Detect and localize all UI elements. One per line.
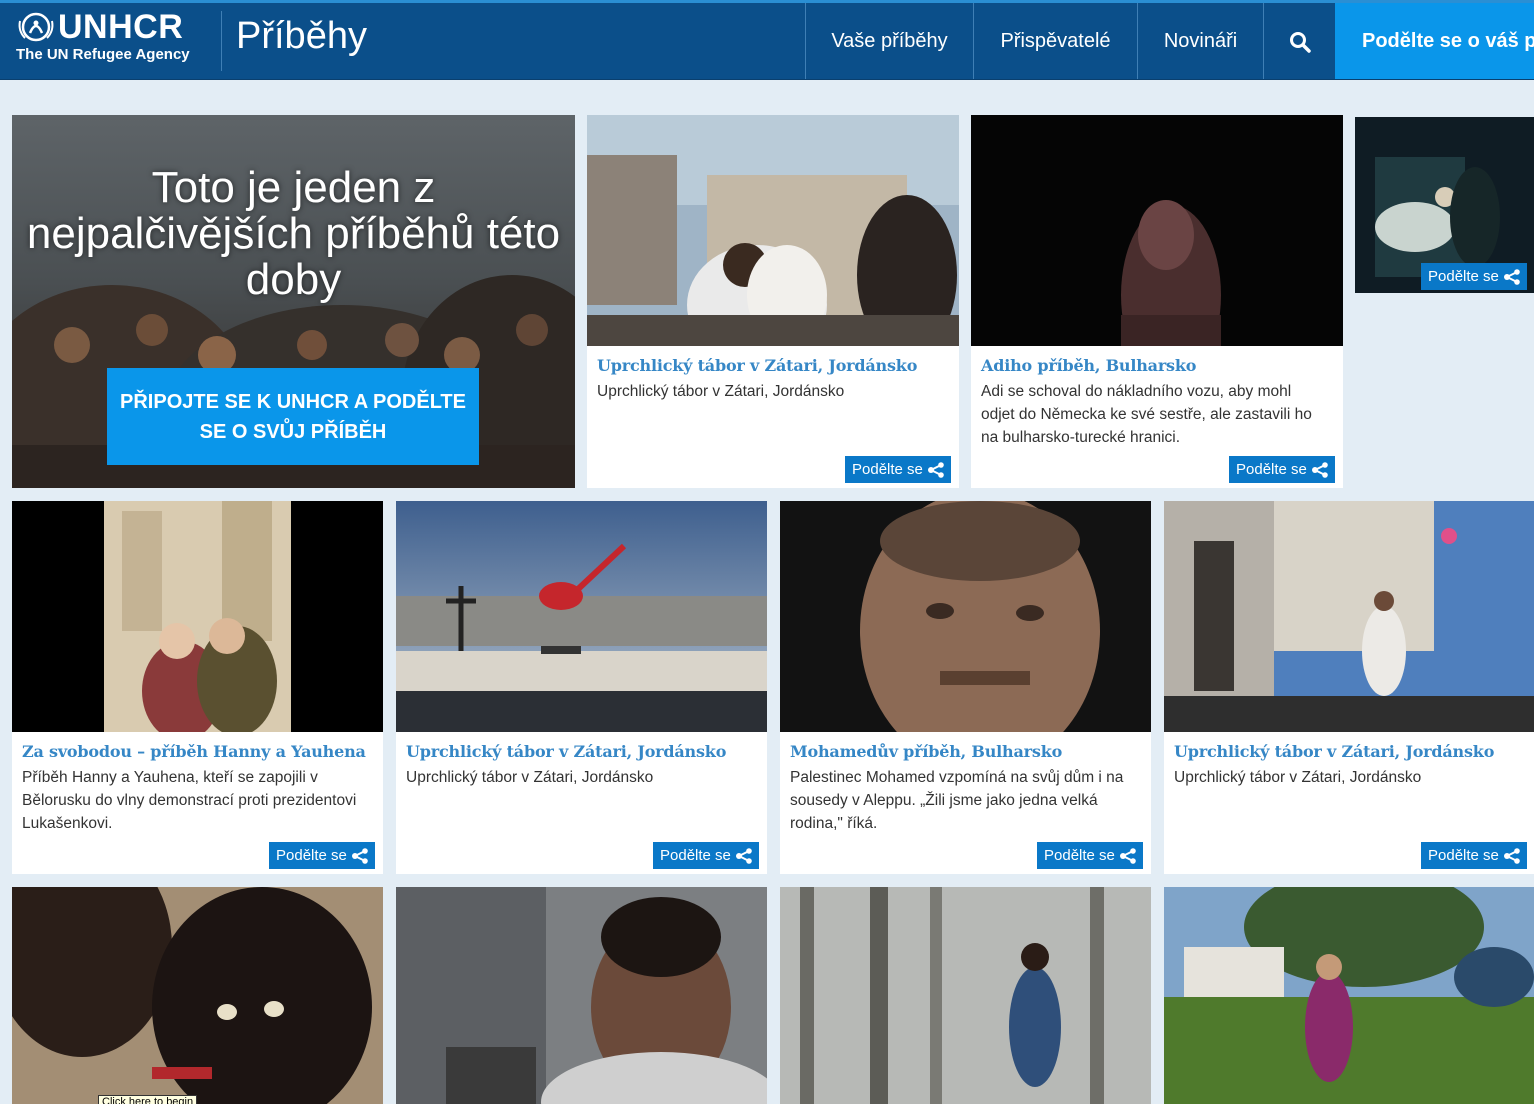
story-excerpt: Příběh Hanny a Yauhena, kteří se zapojil… (22, 769, 357, 832)
story-title[interactable]: Uprchlický tábor v Zátari, Jordánsko (597, 356, 917, 375)
story-excerpt: Uprchlický tábor v Zátari, Jordánsko (1174, 769, 1422, 786)
share-icon (1503, 848, 1521, 864)
story-photo (971, 115, 1343, 346)
story-excerpt: Palestinec Mohamed vzpomíná na svůj dům … (790, 769, 1124, 832)
story-card[interactable]: Za svobodou – příběh Hanny a Yauhena Pří… (12, 501, 383, 874)
share-button[interactable]: Podělte se (1229, 456, 1335, 483)
story-card[interactable] (12, 887, 383, 1104)
story-card[interactable]: Uprchlický tábor v Zátari, Jordánsko Upr… (396, 501, 767, 874)
share-icon (1311, 462, 1329, 478)
share-label: Podělte se (276, 847, 347, 864)
header-divider (221, 11, 222, 71)
share-icon (1119, 848, 1137, 864)
story-photo (12, 887, 383, 1104)
share-icon (351, 848, 369, 864)
story-title[interactable]: Uprchlický tábor v Zátari, Jordánsko (406, 742, 726, 761)
join-unhcr-button[interactable]: PŘIPOJTE SE K UNHCR A PODĚLTE SE O SVŮJ … (107, 368, 479, 465)
brand-name: UNHCR (58, 8, 184, 46)
story-card[interactable]: Uprchlický tábor v Zátari, Jordánsko Upr… (1164, 501, 1534, 874)
hero-banner: Toto je jeden z nejpalčivějších příběhů … (12, 115, 575, 488)
nav-your-stories[interactable]: Vaše příběhy (805, 3, 973, 80)
share-icon (735, 848, 753, 864)
story-photo (1164, 501, 1534, 732)
share-button[interactable]: Podělte se (1421, 842, 1527, 869)
story-photo (1164, 887, 1534, 1104)
story-card[interactable]: Adiho příběh, Bulharsko Adi se schoval d… (971, 115, 1343, 488)
search-icon (1289, 31, 1311, 53)
story-card[interactable]: Uprchlický tábor v Zátari, Jordánsko Upr… (587, 115, 959, 488)
story-card[interactable] (780, 887, 1151, 1104)
share-button[interactable]: Podělte se (653, 842, 759, 869)
story-photo (780, 501, 1151, 732)
tooltip: Click here to begin (98, 1095, 198, 1104)
nav-contributors[interactable]: Přispěvatelé (973, 3, 1137, 80)
share-button[interactable]: Podělte se (1421, 263, 1527, 290)
share-button[interactable]: Podělte se (845, 456, 951, 483)
share-button[interactable]: Podělte se (269, 842, 375, 869)
story-photo (780, 887, 1151, 1104)
site-header: UNHCR The UN Refugee Agency Příběhy Vaše… (0, 0, 1534, 80)
story-photo (587, 115, 959, 346)
story-title[interactable]: Adiho příběh, Bulharsko (981, 356, 1196, 375)
story-photo (396, 501, 767, 732)
story-excerpt: Uprchlický tábor v Zátari, Jordánsko (597, 383, 845, 400)
share-label: Podělte se (1044, 847, 1115, 864)
share-icon (927, 462, 945, 478)
share-label: Podělte se (1236, 461, 1307, 478)
share-label: Podělte se (852, 461, 923, 478)
share-label: Podělte se (1428, 268, 1499, 285)
story-card[interactable] (396, 887, 767, 1104)
nav-journalists[interactable]: Novináři (1137, 3, 1263, 80)
story-excerpt: Uprchlický tábor v Zátari, Jordánsko (406, 769, 654, 786)
story-excerpt: Adi se schoval do nákladního vozu, aby m… (981, 383, 1312, 446)
story-card[interactable]: Mohamedův příběh, Bulharsko Palestinec M… (780, 501, 1151, 874)
share-label: Podělte se (1428, 847, 1499, 864)
agency-name: The UN Refugee Agency (16, 46, 190, 63)
story-photo (396, 887, 767, 1104)
story-title[interactable]: Uprchlický tábor v Zátari, Jordánsko (1174, 742, 1494, 761)
site-title[interactable]: Příběhy (236, 15, 367, 58)
share-button[interactable]: Podělte se (1037, 842, 1143, 869)
unhcr-emblem-icon (18, 12, 54, 42)
story-photo (12, 501, 383, 732)
unhcr-logo[interactable]: UNHCR The UN Refugee Agency (14, 8, 210, 71)
story-title[interactable]: Mohamedův příběh, Bulharsko (790, 742, 1062, 761)
hero-title: Toto je jeden z nejpalčivějších příběhů … (26, 163, 561, 304)
story-title[interactable]: Za svobodou – příběh Hanny a Yauhena (22, 742, 366, 761)
story-card[interactable] (1164, 887, 1534, 1104)
share-label: Podělte se (660, 847, 731, 864)
story-card[interactable]: Podělte se (1355, 117, 1534, 293)
share-your-story-button[interactable]: Podělte se o váš p (1335, 3, 1534, 80)
search-button[interactable] (1263, 3, 1335, 80)
share-icon (1503, 269, 1521, 285)
